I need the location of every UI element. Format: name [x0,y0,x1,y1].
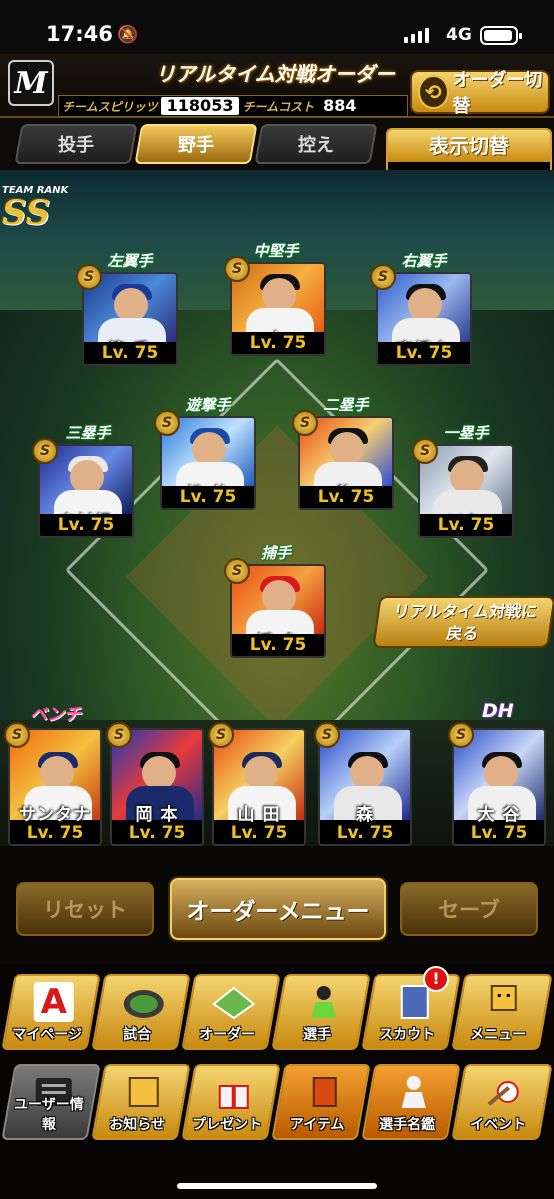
tab-pitcher-label: 投手 [58,135,94,156]
rank-badge-icon: S [4,722,30,748]
reset-button[interactable]: リセット [16,882,154,936]
cost-value: 884 [317,97,363,115]
stadium-icon [122,982,166,1022]
rank-badge-icon: S [224,256,250,282]
nav-mypage-label: マイページ [12,1027,82,1043]
nav-game-label: 試合 [123,1027,152,1043]
order-switch-button[interactable]: ⟲ オーダー切替 [410,70,550,117]
cost-label: チームコスト [242,99,315,114]
tab-pitcher[interactable]: 投手 [14,124,138,164]
scout-alert-badge: ! [423,966,449,992]
present-icon [212,1072,256,1112]
nav-order-label: オーダー [199,1027,256,1043]
rank-badge-icon: S [154,410,180,436]
back-to-realtime-button[interactable]: リアルタイム対戦に 戻る [372,596,554,648]
rank-badge-icon: S [370,264,396,290]
directory-icon [392,1072,436,1112]
signal-icon [404,28,429,43]
team-rank-value: SS [2,193,51,233]
page-title: リアルタイム対戦オーダー [155,62,395,86]
nav-item[interactable]: アイテム [271,1064,371,1140]
item-icon [302,1072,346,1112]
nav-directory[interactable]: 選手名鑑 [361,1064,461,1140]
rank-badge-icon: S [76,264,102,290]
nav-item-label: アイテム [289,1117,345,1133]
event-icon [482,1072,526,1112]
tab-fielder-label: 野手 [178,135,214,156]
nav-news[interactable]: お知らせ [91,1064,191,1140]
player-level: Lv. 75 [454,822,544,844]
mypage-a-icon: A [33,982,74,1022]
player-level: Lv. 75 [232,634,324,656]
player-level: Lv. 75 [232,332,324,354]
player-level: Lv. 75 [40,514,132,536]
player-level: Lv. 75 [320,822,410,844]
back-to-realtime-line2: 戻る [445,624,480,643]
news-icon [122,1072,166,1112]
nav-player-label: 選手 [303,1027,332,1043]
spirit-value: 118053 [160,97,240,115]
rank-badge-icon: S [106,722,132,748]
player-level: Lv. 75 [420,514,512,536]
nav-user-info[interactable]: ユーザー情報 [1,1064,101,1140]
mute-bell-icon: 🔕 [117,25,139,45]
nav-menu-label: メニュー [470,1027,527,1043]
player-level: Lv. 75 [10,822,100,844]
nav-menu[interactable]: メニュー [451,974,553,1050]
status-time: 17:46 [46,22,113,46]
player-level: Lv. 75 [84,342,176,364]
tab-fielder[interactable]: 野手 [134,124,258,164]
rank-badge-icon: S [314,722,340,748]
rank-badge-icon: S [292,410,318,436]
status-bar: 17:46 🔕 4G [0,0,554,54]
nav-present-label: プレゼント [192,1117,263,1133]
spirit-label: チームスピリッツ [62,99,158,114]
battery-icon [480,26,522,45]
nav-order[interactable]: オーダー [181,974,281,1050]
rank-badge-icon: S [224,558,250,584]
rank-badge-icon: S [32,438,58,464]
nav-news-label: お知らせ [109,1117,165,1133]
rank-badge-icon: S [208,722,234,748]
nav-game[interactable]: 試合 [91,974,191,1050]
network-type: 4G [446,25,472,45]
order-icon [212,982,256,1022]
switch-arrows-icon: ⟲ [418,75,449,109]
nav-event[interactable]: イベント [451,1064,553,1140]
display-switch-label: 表示切替 [388,130,550,162]
position-label-3b: 三塁手 [65,424,111,442]
back-to-realtime-line1: リアルタイム対戦に [392,602,539,621]
nav-mypage[interactable]: A マイページ [1,974,101,1050]
player-level: Lv. 75 [300,486,392,508]
nav-event-label: イベント [470,1117,527,1133]
bench-label: ベンチ [30,705,81,725]
tab-reserve-label: 控え [298,135,334,156]
nav-scout-label: スカウト [379,1027,436,1043]
order-menu-button[interactable]: オーダーメニュー [170,878,386,940]
player-level: Lv. 75 [378,342,470,364]
player-level: Lv. 75 [162,486,254,508]
rank-badge-icon: S [448,722,474,748]
player-level: Lv. 75 [112,822,202,844]
tab-reserve[interactable]: 控え [254,124,378,164]
nav-directory-label: 選手名鑑 [379,1117,436,1133]
nav-user-info-label: ユーザー情報 [14,1097,84,1133]
team-logo[interactable]: M [8,60,54,106]
nav-player[interactable]: 選手 [271,974,371,1050]
save-button[interactable]: セーブ [400,882,538,936]
nav-present[interactable]: プレゼント [181,1064,281,1140]
menu-icon [482,982,526,1022]
dh-label: DH [482,700,514,722]
order-switch-label: オーダー切替 [452,70,543,117]
team-stats: チームスピリッツ 118053 チームコスト 884 [58,95,408,117]
player-icon [302,982,346,1022]
player-level: Lv. 75 [214,822,304,844]
home-indicator[interactable] [177,1183,377,1189]
team-rank: TEAM RANK SS [2,185,68,230]
rank-badge-icon: S [412,438,438,464]
